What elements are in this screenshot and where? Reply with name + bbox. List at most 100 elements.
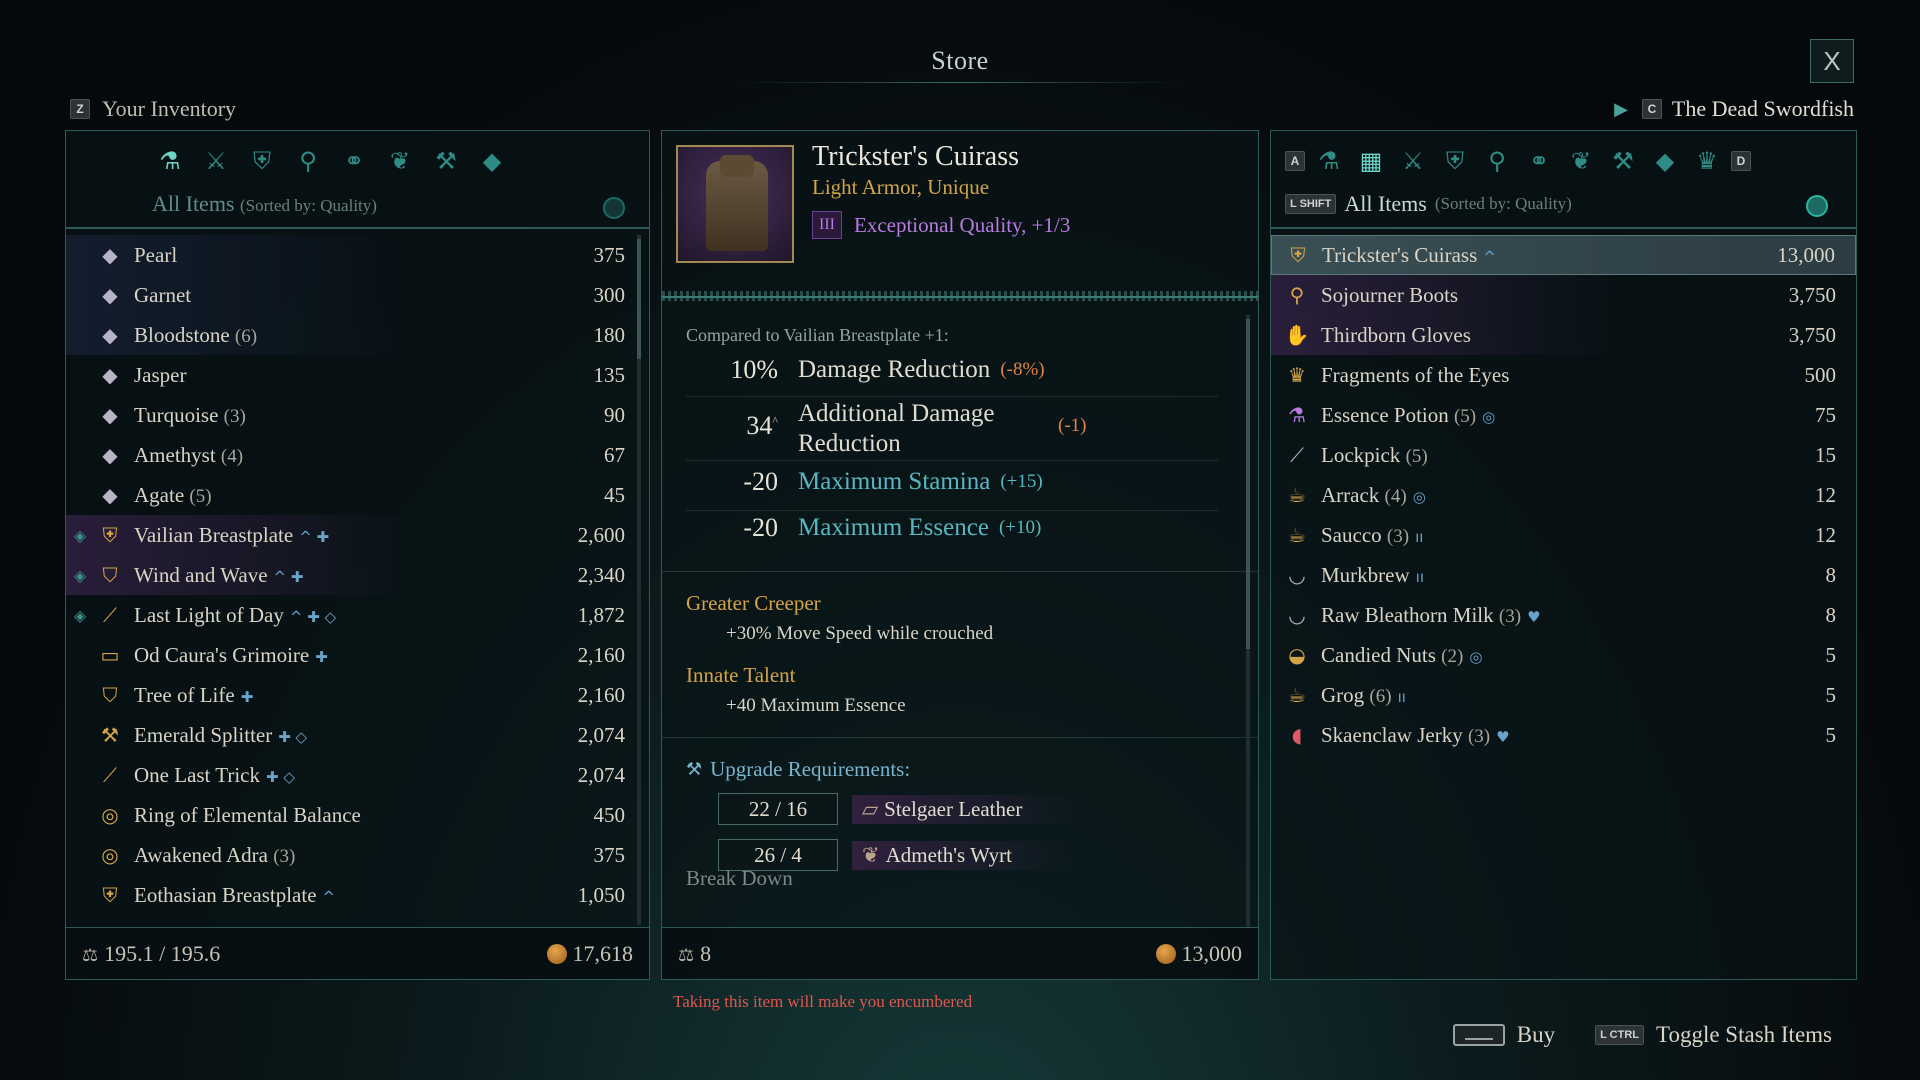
list-item[interactable]: ⚗ Essence Potion (5) ◎ 75 — [1271, 395, 1856, 435]
store-title: Store — [931, 46, 989, 75]
item-value: 375 — [593, 842, 626, 867]
item-value: 180 — [593, 322, 626, 347]
item-tag-icon: ◎ — [1482, 407, 1496, 426]
ring-icon: ◎ — [101, 843, 119, 867]
list-item[interactable]: ⛨ Eothasian Breastplate ^ 1,050 — [66, 875, 649, 915]
item-tag-icon: ^ — [1483, 247, 1496, 266]
settings-dot-icon[interactable] — [603, 197, 625, 219]
inventory-header: Z Your Inventory — [70, 96, 236, 122]
list-item[interactable]: ⛉ Tree of Life ✚ 2,160 — [66, 675, 649, 715]
stat-row: -20 Maximum Stamina (+15) — [686, 467, 1218, 511]
toggle-stash-hint[interactable]: L CTRL Toggle Stash Items — [1595, 1022, 1832, 1048]
sword-icon: ⟋ — [103, 763, 117, 787]
list-item[interactable]: ⚒ Emerald Splitter ✚ ◇ 2,074 — [66, 715, 649, 755]
buy-hint[interactable]: Buy — [1452, 1022, 1555, 1048]
rings-icon[interactable]: ⚭ — [336, 143, 372, 179]
quality-label: Exceptional Quality, +1/3 — [854, 212, 1071, 237]
inventory-title: Your Inventory — [102, 96, 237, 121]
list-item[interactable]: ☕ Grog (6) ıı 5 — [1271, 675, 1856, 715]
anvil-icon[interactable]: ⚒ — [1605, 143, 1641, 179]
potion-flask-icon[interactable]: ⚗ — [1311, 143, 1347, 179]
item-tag-icon: ✚ — [240, 687, 254, 706]
requirement-name: ▱ Stelgaer Leather — [852, 794, 1083, 824]
item-value: 2,074 — [577, 722, 625, 747]
item-value: 2,160 — [577, 682, 625, 707]
settings-dot-icon[interactable] — [1806, 195, 1828, 217]
perk-name: Greater Creeper — [686, 591, 821, 615]
stat-delta: (-8%) — [1000, 359, 1045, 380]
gem-icon: ◆ — [102, 443, 118, 467]
stat-row: -20 Maximum Essence (+10) — [686, 513, 1218, 557]
item-name: Eothasian Breastplate ^ — [134, 882, 336, 907]
list-item[interactable]: ◈ ⛉ Wind and Wave ^ ✚ 2,340 — [66, 555, 649, 595]
herb-icon[interactable]: ❦ — [1563, 143, 1599, 179]
close-button[interactable]: X — [1810, 39, 1854, 83]
item-value: 3,750 — [1788, 322, 1836, 347]
item-name: Skaenclaw Jerky (3) ♥ — [1321, 722, 1510, 747]
list-item[interactable]: ◎ Ring of Elemental Balance 450 — [66, 795, 649, 835]
title-divider — [740, 82, 1180, 83]
item-price: 13,000 — [1155, 941, 1242, 967]
item-value: 5 — [1825, 682, 1837, 707]
list-item[interactable]: ☕ Arrack (4) ◎ 12 — [1271, 475, 1856, 515]
item-value: 5 — [1825, 642, 1837, 667]
anvil-icon: ⚒ — [686, 759, 703, 780]
anvil-icon[interactable]: ⚒ — [428, 143, 464, 179]
list-item[interactable]: ⟋ Lockpick (5) 15 — [1271, 435, 1856, 475]
meat-icon: ◖ — [1291, 723, 1303, 747]
inventory-scrollbar[interactable] — [637, 235, 641, 925]
list-item[interactable]: ◒ Candied Nuts (2) ◎ 5 — [1271, 635, 1856, 675]
armor-icon[interactable]: ⛨ — [1437, 143, 1473, 179]
requirement-amount: 22 / 16 — [718, 793, 838, 825]
crown-icon[interactable]: ♛ — [1689, 143, 1725, 179]
list-item[interactable]: ▭ Od Caura's Grimoire ✚ 2,160 — [66, 635, 649, 675]
list-item[interactable]: ⛨ Trickster's Cuirass ^ 13,000 — [1271, 235, 1856, 275]
item-tag-icon: ^ ✚ — [273, 567, 304, 586]
socket-gem-icon: ◈ — [73, 525, 87, 545]
list-item[interactable]: ◆ Pearl 375 — [66, 235, 649, 275]
list-item[interactable]: ◆ Jasper 135 — [66, 355, 649, 395]
gem-icon: ◆ — [102, 483, 118, 507]
list-item[interactable]: ✋ Thirdborn Gloves 3,750 — [1271, 315, 1856, 355]
inventory-footer: ⚖ 195.1 / 195.6 17,618 — [66, 927, 649, 979]
gem-icon[interactable]: ◆ — [474, 143, 510, 179]
list-item[interactable]: ◆ Agate (5) 45 — [66, 475, 649, 515]
item-tag-icon: ◎ — [1469, 647, 1483, 666]
list-item[interactable]: ⟋ One Last Trick ✚ ◇ 2,074 — [66, 755, 649, 795]
list-item[interactable]: ◆ Garnet 300 — [66, 275, 649, 315]
boots-icon[interactable]: ⚲ — [290, 143, 326, 179]
crossed-swords-icon[interactable]: ⚔ — [198, 143, 234, 179]
list-item[interactable]: ◆ Bloodstone (6) 180 — [66, 315, 649, 355]
list-item[interactable]: ♛ Fragments of the Eyes 500 — [1271, 355, 1856, 395]
list-item[interactable]: ◆ Amethyst (4) 67 — [66, 435, 649, 475]
stat-value: -20 — [743, 467, 778, 496]
coin-icon — [546, 943, 567, 964]
herb-icon[interactable]: ❦ — [382, 143, 418, 179]
gem-icon[interactable]: ◆ — [1647, 143, 1683, 179]
list-item[interactable]: ◡ Murkbrew ıı 8 — [1271, 555, 1856, 595]
item-value: 2,074 — [577, 762, 625, 787]
vendor-filter[interactable]: L SHIFT All Items (Sorted by: Quality) — [1285, 191, 1572, 217]
rings-icon[interactable]: ⚭ — [1521, 143, 1557, 179]
boots-icon[interactable]: ⚲ — [1479, 143, 1515, 179]
detail-scrollbar[interactable] — [1246, 315, 1250, 927]
list-item[interactable]: ◖ Skaenclaw Jerky (3) ♥ 5 — [1271, 715, 1856, 755]
stat-label: Maximum Essence — [798, 514, 989, 541]
potion-flask-icon[interactable]: ⚗ — [152, 143, 188, 179]
list-item[interactable]: ◆ Turquoise (3) 90 — [66, 395, 649, 435]
item-image — [676, 145, 794, 263]
vendor-header: ▶ C The Dead Swordfish — [1614, 96, 1854, 122]
scrollbar-thumb[interactable] — [637, 239, 641, 359]
list-item[interactable]: ◈ ⟋ Last Light of Day ^ ✚ ◇ 1,872 — [66, 595, 649, 635]
list-item[interactable]: ◎ Awakened Adra (3) 375 — [66, 835, 649, 875]
lshift-key-icon: L SHIFT — [1285, 194, 1337, 214]
list-item[interactable]: ⚲ Sojourner Boots 3,750 — [1271, 275, 1856, 315]
list-item[interactable]: ◡ Raw Bleathorn Milk (3) ♥ 8 — [1271, 595, 1856, 635]
chest-icon[interactable]: ▦ — [1353, 143, 1389, 179]
crossed-swords-icon[interactable]: ⚔ — [1395, 143, 1431, 179]
scrollbar-thumb[interactable] — [1246, 319, 1250, 649]
armor-icon[interactable]: ⛨ — [244, 143, 280, 179]
inventory-filter[interactable]: All Items (Sorted by: Quality) — [152, 191, 377, 217]
list-item[interactable]: ◈ ⛨ Vailian Breastplate ^ ✚ 2,600 — [66, 515, 649, 555]
list-item[interactable]: ☕ Saucco (3) ıı 12 — [1271, 515, 1856, 555]
